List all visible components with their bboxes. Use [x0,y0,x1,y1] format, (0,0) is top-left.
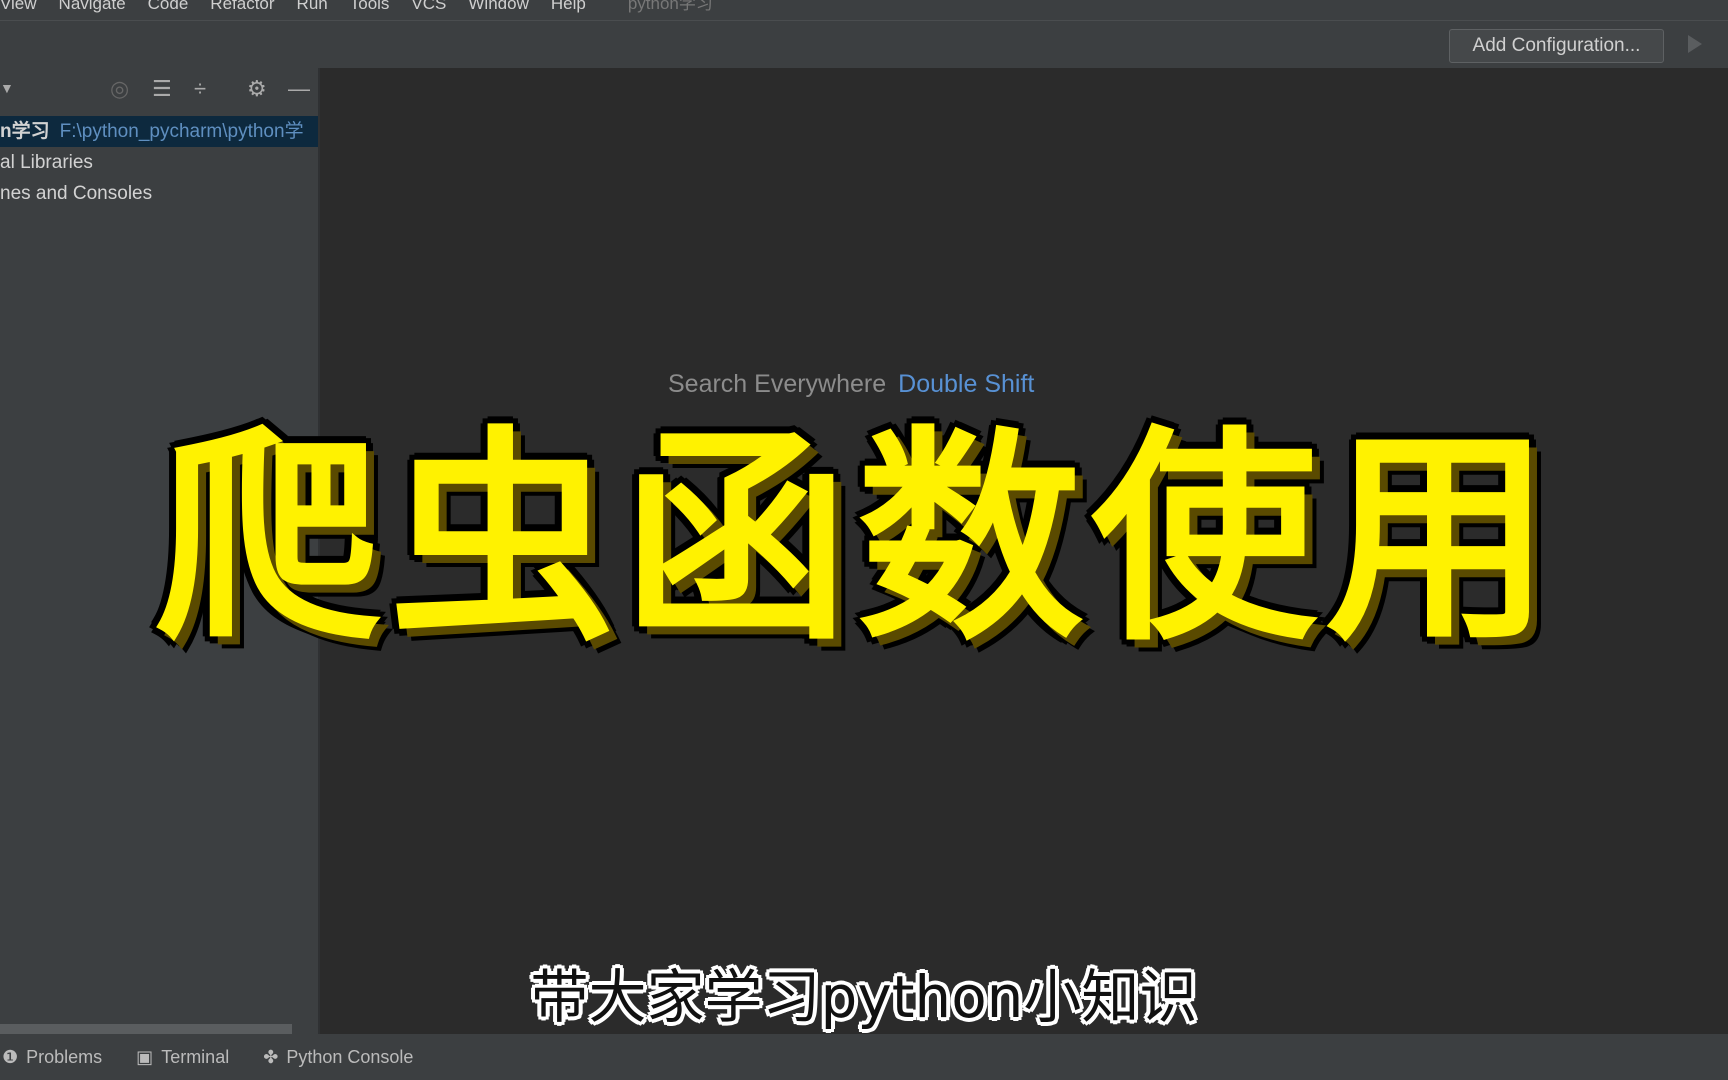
menu-bar: View Navigate Code Refactor Run Tools VC… [0,0,1728,20]
hint-search-everywhere: Search Everywhere Double Shift [668,370,1034,399]
menu-help[interactable]: Help [551,0,586,14]
hint-shortcut: Double Shift [898,370,1035,398]
tab-label: Python Console [286,1046,414,1067]
dropdown-icon[interactable]: ▼ [0,80,14,96]
project-title: python学习 [627,0,713,13]
menu-refactor[interactable]: Refactor [210,0,274,14]
video-subtitle: 带大家学习python小知识 [530,963,1198,1031]
tab-terminal[interactable]: ▣ Terminal [136,1047,229,1068]
project-path: F:\python_pycharm\python学 [59,121,304,142]
tree-item-external-libraries[interactable]: al Libraries [0,147,318,178]
horizontal-scrollbar[interactable] [0,1024,292,1034]
toolbar: Add Configuration... [0,20,1728,68]
python-icon: ✤ [263,1046,279,1067]
minimize-icon[interactable]: — [288,76,310,102]
video-title-overlay: 爬虫函数使用 [154,408,1559,671]
menu-view[interactable]: View [0,0,37,14]
project-name: n学习 [0,121,50,142]
problems-icon: ❶ [2,1046,19,1067]
tab-problems[interactable]: ❶ Problems [2,1047,102,1068]
add-configuration-button[interactable]: Add Configuration... [1449,29,1664,63]
expand-all-icon[interactable]: ☰ [152,76,172,102]
project-panel-header: ▼ ◎ ☰ ÷ ⚙ — [0,68,318,108]
menu-run[interactable]: Run [297,0,328,14]
tree-item-scratches[interactable]: nes and Consoles [0,178,318,209]
menu-window[interactable]: Window [468,0,528,14]
run-icon[interactable] [1688,35,1702,53]
tool-window-bar: ❶ Problems ▣ Terminal ✤ Python Console [0,1034,1728,1080]
tab-label: Problems [26,1046,103,1067]
locate-icon[interactable]: ◎ [110,76,129,102]
menu-vcs[interactable]: VCS [411,0,446,14]
terminal-icon: ▣ [136,1046,154,1067]
tab-python-console[interactable]: ✤ Python Console [263,1047,413,1068]
collapse-all-icon[interactable]: ÷ [194,76,206,102]
menu-tools[interactable]: Tools [350,0,390,14]
menu-code[interactable]: Code [148,0,189,14]
tab-label: Terminal [161,1046,230,1067]
gear-icon[interactable]: ⚙ [247,76,267,102]
hint-label: Search Everywhere [668,370,887,398]
tree-item-project[interactable]: n学习 F:\python_pycharm\python学 [0,116,318,147]
menu-navigate[interactable]: Navigate [59,0,126,14]
